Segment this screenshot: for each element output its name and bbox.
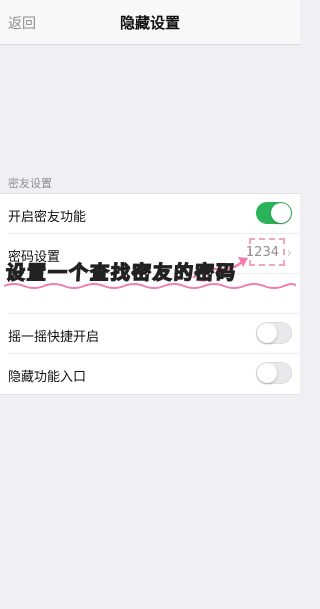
row-hidden-entry[interactable]: 隐藏功能入口 — [0, 354, 300, 394]
toggle-knob — [271, 203, 291, 223]
navigation-bar: 返回 隐藏设置 — [0, 0, 300, 45]
hidden-entry-toggle[interactable] — [256, 362, 292, 384]
toggle-knob — [257, 363, 277, 383]
toggle-knob — [257, 323, 277, 343]
row-enable-friend[interactable]: 开启密友功能 — [0, 194, 300, 234]
annotation-text: 设置一个查找密友的密码 — [4, 261, 238, 284]
row-label-shake: 摇一摇快捷开启 — [8, 330, 100, 345]
page-title: 隐藏设置 — [119, 14, 180, 32]
annotation-underline — [4, 283, 296, 289]
settings-group: 开启密友功能 密码设置 1234 › 摇一摇快捷开启 隐藏功能入口 — [0, 193, 300, 395]
row-label-hidden-entry: 隐藏功能入口 — [8, 370, 87, 385]
section-header: 密友设置 — [8, 177, 52, 190]
enable-friend-toggle[interactable] — [256, 202, 292, 224]
chevron-right-icon: › — [286, 246, 292, 261]
row-label-enable-friend: 开启密友功能 — [8, 210, 87, 225]
shake-shortcut-toggle[interactable] — [256, 322, 292, 344]
row-shake-shortcut[interactable]: 摇一摇快捷开启 — [0, 314, 300, 354]
